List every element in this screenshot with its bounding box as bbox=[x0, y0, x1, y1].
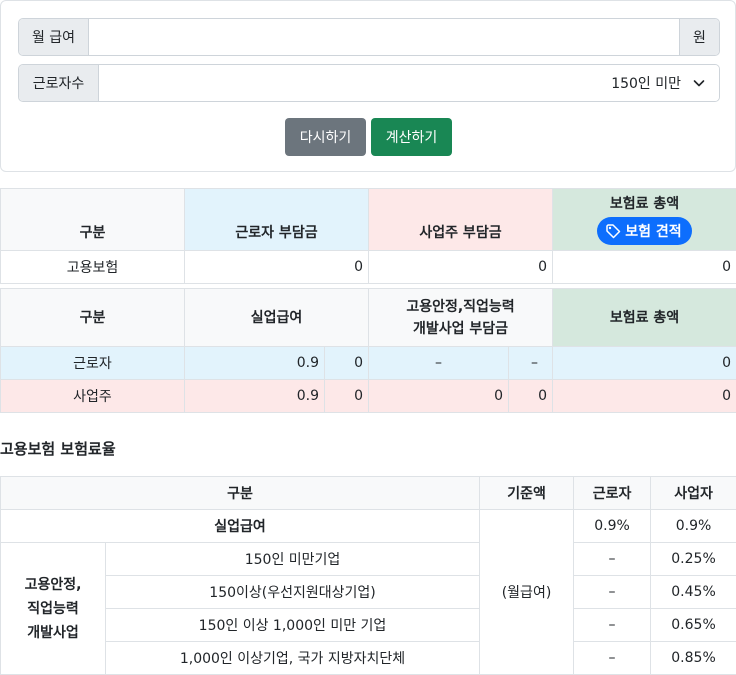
summary-employer-amount: 0 bbox=[368, 250, 553, 284]
summary-worker-amount: 0 bbox=[184, 250, 369, 284]
rates-stability-label: 고용안정, 직업능력 개발사업 bbox=[0, 542, 106, 675]
rates-row-label: 150인 미만기업 bbox=[104, 542, 481, 576]
detail-row-employer: 사업주 0.9 0 0 0 0 bbox=[0, 379, 736, 413]
insurance-quote-label: 보험 견적 bbox=[625, 224, 682, 240]
rates-header-base: 기준액 bbox=[479, 476, 575, 510]
rates-row-worker: – bbox=[573, 542, 652, 576]
detail-row-label: 사업주 bbox=[0, 379, 185, 413]
chevron-down-icon bbox=[693, 77, 705, 89]
rates-row-employer: 0.25% bbox=[650, 542, 736, 576]
detail-header-stability: 고용안정,직업능력 개발사업 부담금 bbox=[367, 288, 554, 347]
detail-unemployment-amount: 0 bbox=[324, 346, 369, 380]
tag-icon bbox=[606, 224, 621, 239]
rates-row-employer: 0.45% bbox=[650, 575, 736, 609]
rates-header-category: 구분 bbox=[0, 476, 481, 510]
summary-row-label: 고용보험 bbox=[0, 250, 185, 284]
rates-stability-label-line2: 직업능력 bbox=[27, 600, 79, 617]
detail-unemployment-amount: 0 bbox=[324, 379, 369, 413]
workers-label: 근로자수 bbox=[19, 65, 99, 101]
salary-label: 월 급여 bbox=[19, 19, 89, 55]
detail-row-worker: 근로자 0.9 0 – – 0 bbox=[0, 346, 736, 380]
rates-unemployment-worker: 0.9% bbox=[573, 509, 652, 543]
rates-header-employer: 사업자 bbox=[650, 476, 736, 510]
summary-total-title: 보험료 총액 bbox=[609, 196, 680, 212]
rates-header-worker: 근로자 bbox=[573, 476, 652, 510]
detail-stability-rate: 0 bbox=[368, 379, 509, 413]
summary-table: 구분 근로자 부담금 사업주 부담금 보험료 총액 보험 견적 고용보험 0 0… bbox=[0, 188, 736, 284]
rates-base-value: (월급여) bbox=[479, 509, 575, 675]
workers-input-group: 근로자수 150인 미만 bbox=[18, 64, 720, 102]
rates-unemployment-label: 실업급여 bbox=[0, 509, 481, 543]
detail-header-category: 구분 bbox=[0, 288, 185, 347]
insurance-quote-badge[interactable]: 보험 견적 bbox=[597, 217, 692, 245]
rates-row-employer: 0.65% bbox=[650, 608, 736, 642]
reset-button[interactable]: 다시하기 bbox=[285, 118, 366, 156]
rates-row-label: 150인 이상 1,000인 미만 기업 bbox=[104, 608, 481, 642]
salary-input[interactable] bbox=[89, 19, 679, 55]
rates-stability-label-line3: 개발사업 bbox=[27, 624, 79, 641]
detail-stability-amount: 0 bbox=[507, 379, 554, 413]
detail-stability-rate: – bbox=[368, 346, 509, 380]
salary-input-group: 월 급여 원 bbox=[18, 18, 720, 56]
rates-row-worker: – bbox=[573, 608, 652, 642]
summary-header-employer: 사업주 부담금 bbox=[368, 188, 553, 251]
rates-section-title: 고용보험 보험료율 bbox=[0, 440, 116, 458]
rates-unemployment-employer: 0.9% bbox=[650, 509, 736, 543]
rates-row-worker: – bbox=[573, 575, 652, 609]
rates-row-employer: 0.85% bbox=[650, 641, 736, 675]
calculate-button[interactable]: 계산하기 bbox=[371, 118, 452, 156]
summary-header-worker: 근로자 부담금 bbox=[184, 188, 369, 251]
detail-total: 0 bbox=[552, 379, 736, 413]
detail-header-stability-line2: 개발사업 부담금 bbox=[412, 320, 509, 337]
rates-row-label: 1,000인 이상기업, 국가 지방자치단체 bbox=[104, 641, 481, 675]
detail-header-stability-line1: 고용안정,직업능력 bbox=[406, 298, 515, 315]
detail-stability-amount: – bbox=[507, 346, 554, 380]
detail-unemployment-rate: 0.9 bbox=[184, 346, 325, 380]
detail-header-unemployment: 실업급여 bbox=[184, 288, 369, 347]
detail-row-label: 근로자 bbox=[0, 346, 185, 380]
rates-stability-label-line1: 고용안정, bbox=[24, 576, 82, 593]
rates-row-label: 150이상(우선지원대상기업) bbox=[104, 575, 481, 609]
detail-unemployment-rate: 0.9 bbox=[184, 379, 325, 413]
workers-selected-value: 150인 미만 bbox=[611, 76, 681, 92]
detail-total: 0 bbox=[552, 346, 736, 380]
workers-select[interactable]: 150인 미만 bbox=[99, 65, 719, 101]
salary-unit: 원 bbox=[679, 19, 719, 55]
summary-header-total: 보험료 총액 보험 견적 bbox=[552, 188, 736, 251]
detail-header-total: 보험료 총액 bbox=[552, 288, 736, 347]
rates-row-worker: – bbox=[573, 641, 652, 675]
summary-total-amount: 0 bbox=[552, 250, 736, 284]
rates-table: 구분 기준액 근로자 사업자 실업급여 (월급여) 0.9% 0.9% 고용안정… bbox=[0, 476, 736, 675]
detail-table: 구분 실업급여 고용안정,직업능력 개발사업 부담금 보험료 총액 근로자 0.… bbox=[0, 288, 736, 413]
calculator-form: 월 급여 원 근로자수 150인 미만 다시하기 계산하기 bbox=[0, 0, 736, 172]
summary-header-category: 구분 bbox=[0, 188, 185, 251]
